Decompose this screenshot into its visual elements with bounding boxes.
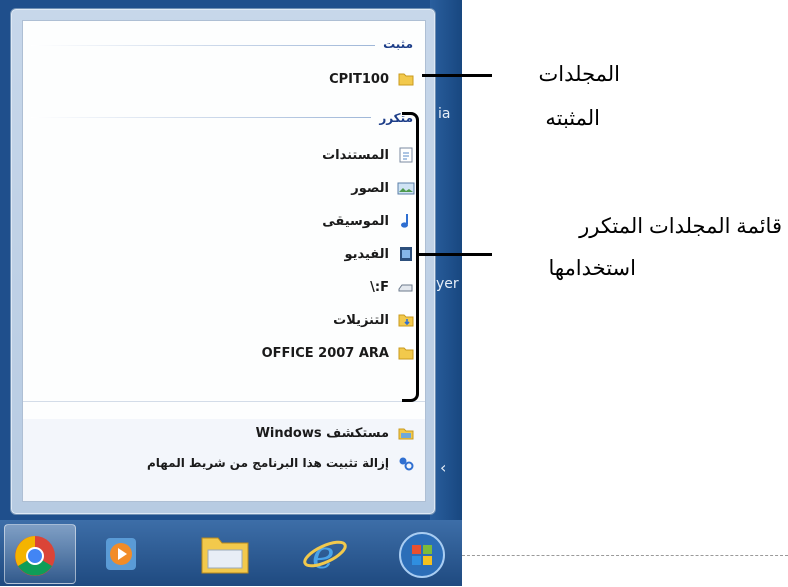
desktop-chevron-icon: ‹ [440,458,447,477]
explorer-icon [398,428,414,440]
folder-icon [398,73,414,86]
pinned-header: مثبت [383,37,413,51]
annotation-pinned-line1: المجلدات [538,63,620,86]
taskbar-ie-button[interactable]: e [292,524,362,582]
frequent-item-label: الصور [351,180,389,196]
taskbar-media-button[interactable] [88,524,158,582]
annotation-pinned-line2: المثبته [545,107,600,130]
frequent-item-label: OFFICE 2007 ARA [261,345,389,361]
svg-text:e: e [312,533,335,577]
task-item[interactable]: مستكشف Windows [256,421,415,445]
chrome-icon [15,536,55,576]
taskbar-chrome-button[interactable] [4,524,76,584]
frequent-item-label: التنزيلات [333,312,389,328]
media-player-icon [106,538,136,570]
explorer-folder-icon [201,537,249,574]
tasks-divider [23,401,425,402]
taskbar: e [0,520,462,586]
internet-explorer-icon: e [303,533,347,577]
start-button[interactable] [388,524,458,582]
frequent-item-label: F:\ [370,279,389,295]
frequent-item-label: الموسيقى [322,213,389,229]
unpin-icon [399,457,414,471]
pinned-pointer-line [422,74,492,77]
pinned-item[interactable]: CPIT100 [329,67,415,91]
frequent-bracket [402,112,419,402]
taskbar-explorer-button[interactable] [190,524,260,582]
pinned-header-rule [31,45,375,46]
desktop-side-text: ia [438,106,451,122]
annotation-frequent-line2: استخدامها [548,257,636,280]
frequent-pointer-line [418,253,492,256]
frequent-item-label: الفيديو [344,246,389,262]
pinned-item-label: CPIT100 [329,71,389,87]
frequent-header-rule [31,117,371,118]
taskbar-dotted-guide [462,555,788,556]
task-item[interactable]: إزالة تثبيت هذا البرنامج من شريط المهام [147,451,415,475]
desktop-side-text: yer [436,276,459,292]
annotation-frequent-line1: قائمة المجلدات المتكرر [579,215,782,238]
start-orb-icon [399,532,445,578]
task-item-label: مستكشف Windows [255,425,389,441]
jump-list-panel: مثبت CPIT100 متكرر المستندات الصور الموس… [22,20,426,502]
frequent-item[interactable]: OFFICE 2007 ARA [262,341,415,365]
task-item-label: إزالة تثبيت هذا البرنامج من شريط المهام [146,456,389,470]
frequent-item-label: المستندات [322,147,389,163]
